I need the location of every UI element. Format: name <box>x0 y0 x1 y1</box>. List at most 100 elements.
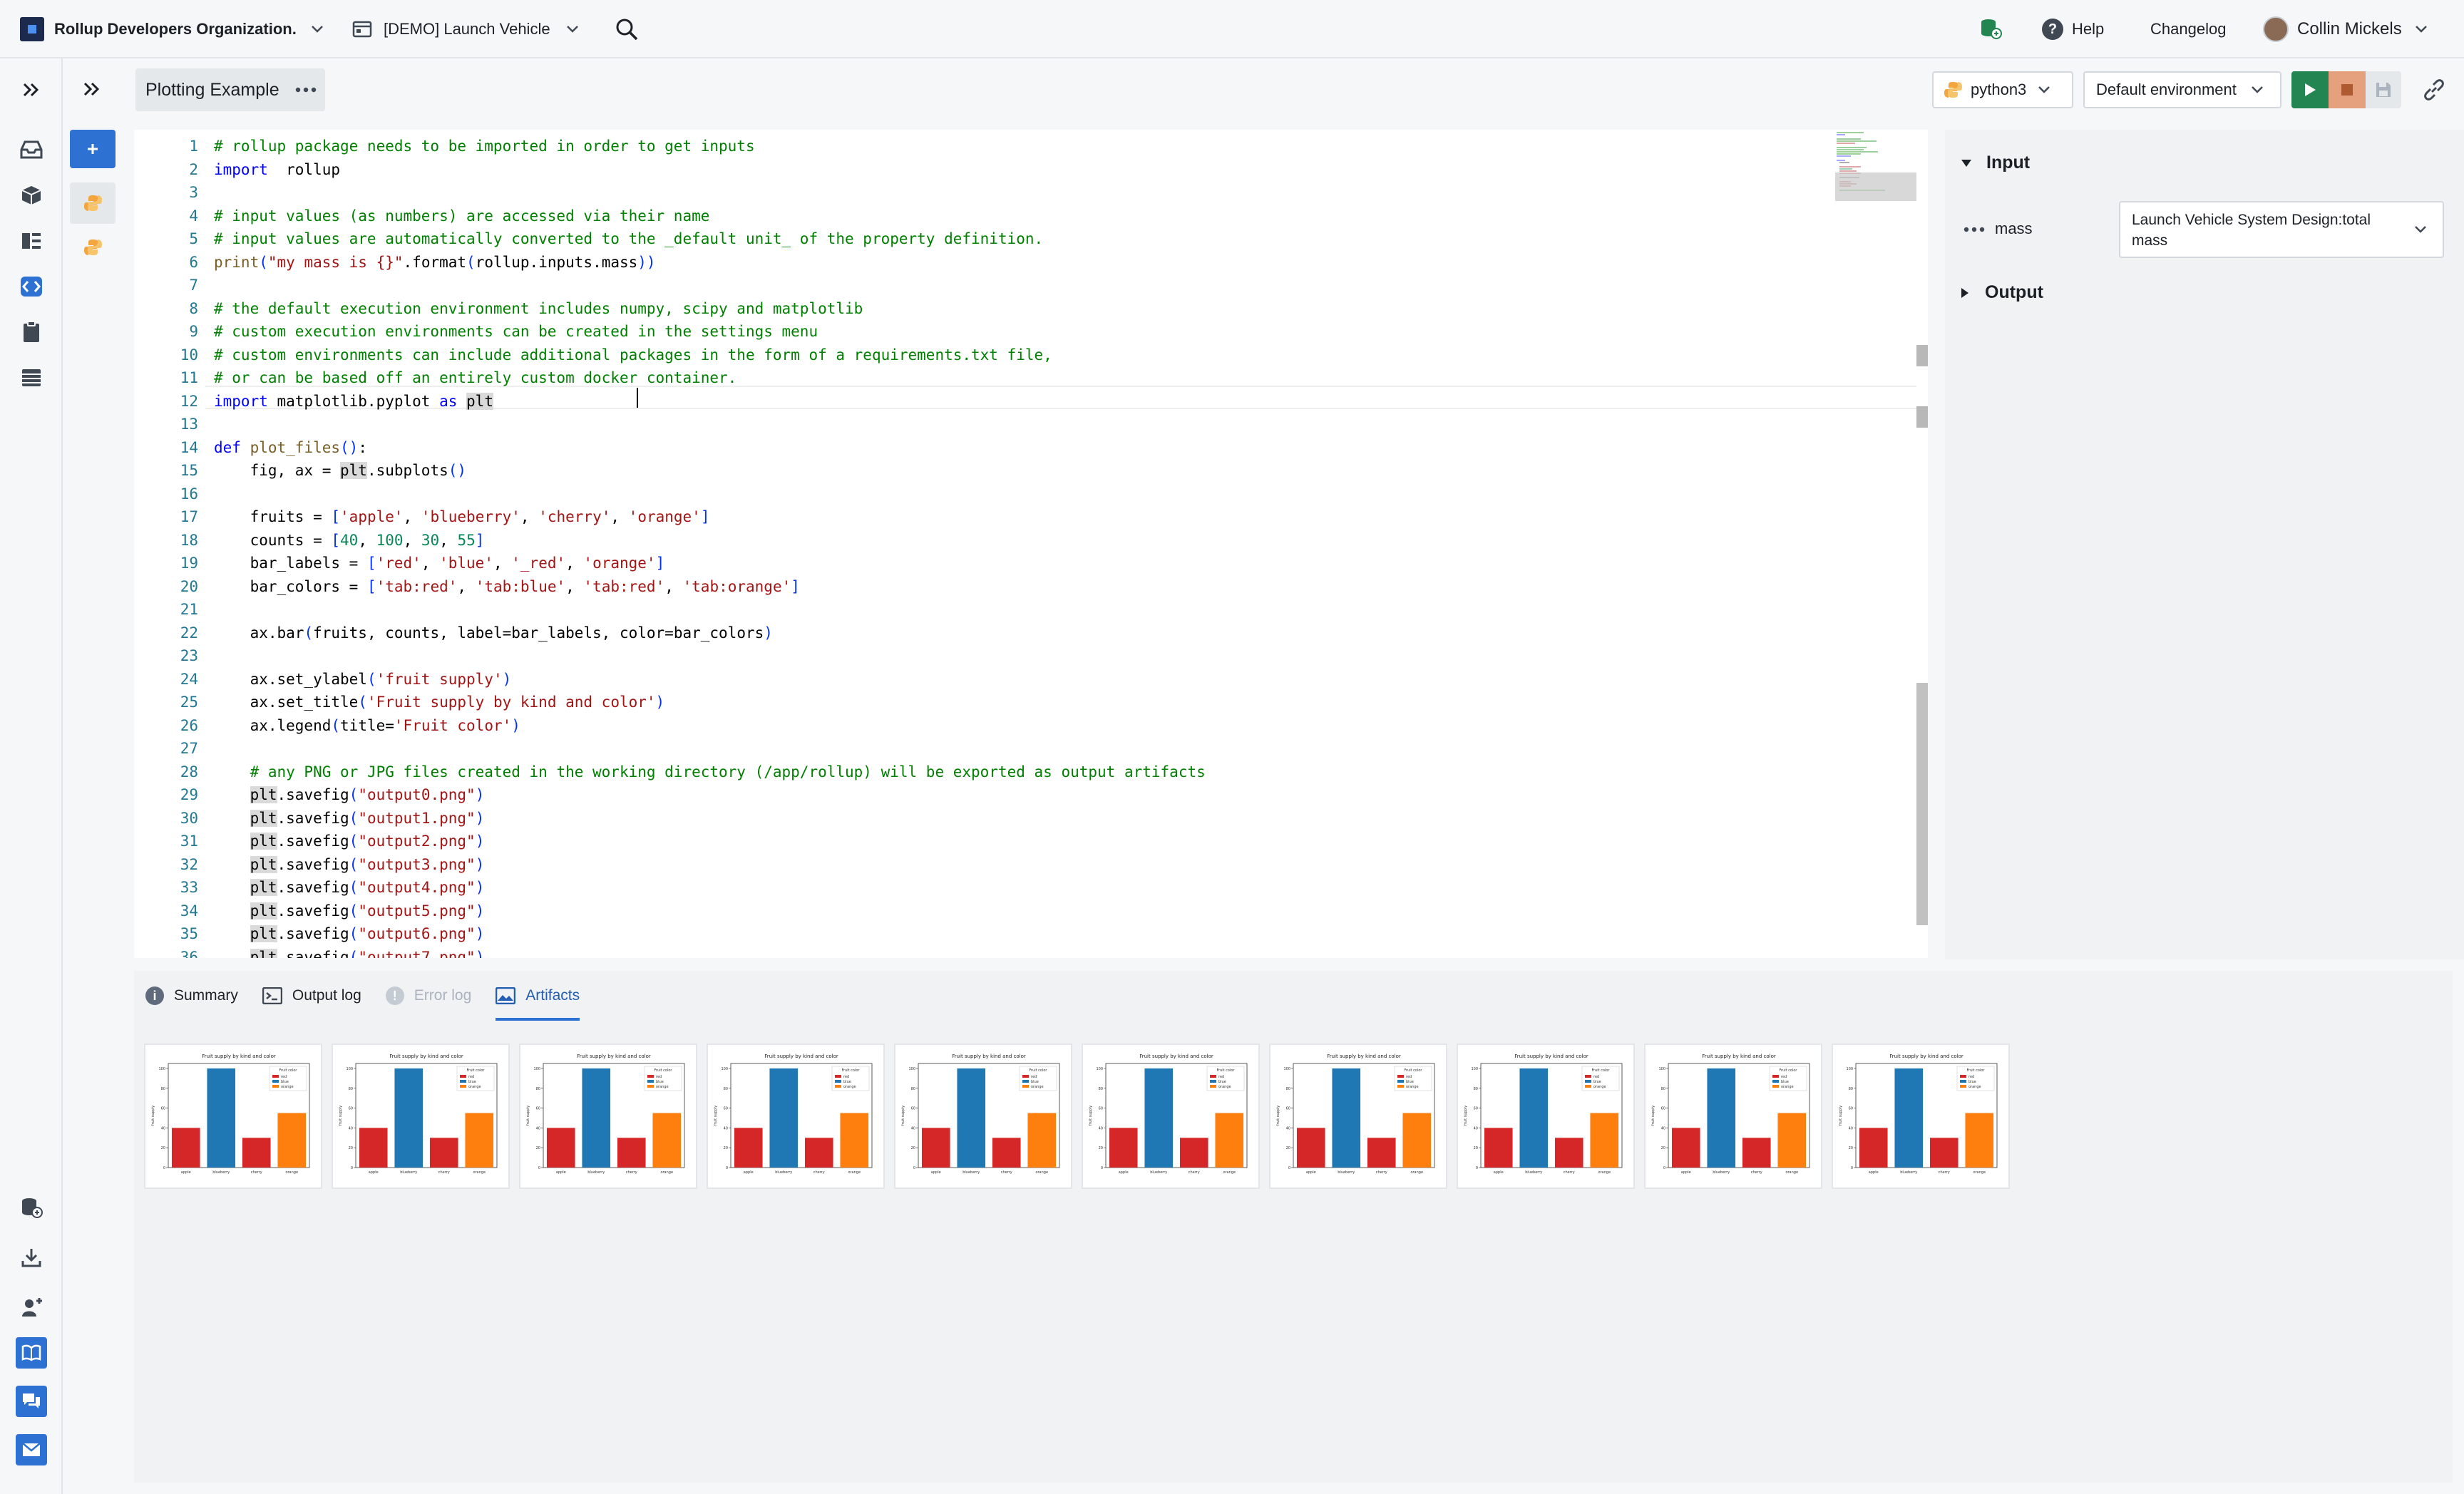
io-panel: Input mass Launch Vehicle System Design:… <box>1945 130 2464 959</box>
x-tick-label: orange <box>1598 1170 1611 1175</box>
stop-button[interactable] <box>2329 71 2366 108</box>
code-line[interactable]: plt.savefig("output6.png") <box>214 922 484 946</box>
more-options-icon[interactable] <box>1963 227 1985 232</box>
code-token: fruits, counts, label=bar_labels, color=… <box>313 624 764 642</box>
inbox-icon[interactable] <box>16 134 47 165</box>
expand-nav-icon[interactable] <box>16 74 47 105</box>
add-file-button[interactable] <box>70 130 115 168</box>
code-line[interactable]: fig, ax = plt.subplots() <box>214 459 466 483</box>
save-button[interactable] <box>2366 71 2401 108</box>
tab-error-log[interactable]: ! Error log <box>385 971 471 1021</box>
python-file-icon[interactable] <box>70 227 115 268</box>
code-line[interactable]: # input values are automatically convert… <box>214 227 1043 251</box>
code-content[interactable]: # rollup package needs to be imported in… <box>214 130 1916 958</box>
legend-swatch <box>272 1085 279 1088</box>
artifact-thumbnail[interactable]: Fruit supply by kind and color 0 20 40 60 80 1… <box>332 1044 510 1189</box>
output-section-header[interactable]: Output <box>1961 282 2043 303</box>
artifact-thumbnail[interactable]: Fruit supply by kind and color 0 20 40 60 80 1… <box>894 1044 1072 1189</box>
code-line[interactable]: plt.savefig("output4.png") <box>214 876 484 900</box>
x-tick-label: cherry <box>251 1170 262 1175</box>
chart-bar <box>804 1138 833 1168</box>
code-line[interactable]: fruits = ['apple', 'blueberry', 'cherry'… <box>214 505 710 529</box>
y-tick-label: 100 <box>158 1067 165 1071</box>
python-file-icon[interactable] <box>70 182 115 224</box>
tab-artifacts[interactable]: Artifacts <box>496 971 580 1021</box>
tab-output-log[interactable]: Output log <box>262 971 361 1021</box>
code-line[interactable]: # or can be based off an entirely custom… <box>214 366 736 390</box>
legend-swatch <box>1022 1085 1029 1088</box>
clipboard-icon[interactable] <box>16 316 47 348</box>
doc-tab[interactable]: Plotting Example <box>135 68 325 111</box>
artifact-thumbnail[interactable]: Fruit supply by kind and color 0 20 40 60 80 1… <box>1269 1044 1447 1189</box>
artifact-thumbnail[interactable]: Fruit supply by kind and color 0 20 40 60 80 1… <box>707 1044 885 1189</box>
kernel-select[interactable]: python3 <box>1932 71 2073 108</box>
chart-bar <box>546 1128 575 1168</box>
code-line[interactable]: # rollup package needs to be imported in… <box>214 135 755 158</box>
code-line[interactable]: import matplotlib.pyplot as plt <box>214 390 493 413</box>
download-icon[interactable] <box>16 1242 47 1273</box>
artifact-thumbnail[interactable]: Fruit supply by kind and color 0 20 40 60 80 1… <box>1832 1044 2010 1189</box>
artifact-thumbnail[interactable]: Fruit supply by kind and color 0 20 40 60 80 1… <box>519 1044 697 1189</box>
legend-swatch <box>460 1085 466 1088</box>
artifact-thumbnail[interactable]: Fruit supply by kind and color 0 20 40 60 80 1… <box>144 1044 322 1189</box>
cube-icon[interactable] <box>16 180 47 211</box>
artifact-thumbnail[interactable]: Fruit supply by kind and color 0 20 40 60 80 1… <box>1457 1044 1635 1189</box>
code-line[interactable]: ax.set_ylabel('fruit supply') <box>214 668 512 691</box>
artifact-thumbnail[interactable]: Fruit supply by kind and color 0 20 40 60 80 1… <box>1644 1044 1822 1189</box>
code-line[interactable]: ax.legend(title='Fruit color') <box>214 714 520 738</box>
changelog-link[interactable]: Changelog <box>2150 16 2226 43</box>
code-line[interactable]: def plot_files(): <box>214 436 367 460</box>
code-line[interactable]: counts = [40, 100, 30, 55] <box>214 529 485 552</box>
code-minimap[interactable] <box>1835 130 1916 958</box>
code-line[interactable]: plt.savefig("output5.png") <box>214 900 484 923</box>
add-user-icon[interactable] <box>16 1292 47 1323</box>
chevron-down-icon <box>2038 86 2050 94</box>
project-switcher[interactable]: [DEMO] Launch Vehicle <box>352 14 579 44</box>
artifact-thumbnail[interactable]: Fruit supply by kind and color 0 20 40 60 80 1… <box>1082 1044 1260 1189</box>
mail-icon[interactable] <box>16 1434 47 1465</box>
line-number: 27 <box>180 740 198 757</box>
code-line[interactable]: # custom environments can include additi… <box>214 344 1052 367</box>
code-line[interactable]: print("my mass is {}".format(rollup.inpu… <box>214 251 656 274</box>
user-menu[interactable]: Collin Mickels <box>2263 14 2428 44</box>
table-icon[interactable] <box>16 362 47 393</box>
code-line[interactable]: # any PNG or JPG files created in the wo… <box>214 761 1206 784</box>
code-line[interactable]: bar_colors = ['tab:red', 'tab:blue', 'ta… <box>214 575 800 599</box>
code-line[interactable]: # input values (as numbers) are accessed… <box>214 205 709 228</box>
code-line[interactable]: plt.savefig("output2.png") <box>214 830 484 853</box>
editor-scrollbar[interactable] <box>1916 130 1928 958</box>
help-link[interactable]: ? Help <box>2042 16 2104 43</box>
code-line[interactable]: # the default execution environment incl… <box>214 297 863 321</box>
code-line[interactable]: plt.savefig("output0.png") <box>214 783 484 807</box>
y-tick-label: 80 <box>1661 1087 1665 1091</box>
code-line[interactable]: import rollup <box>214 158 340 182</box>
code-line[interactable]: bar_labels = ['red', 'blue', '_red', 'or… <box>214 552 665 575</box>
input-section-header[interactable]: Input <box>1961 153 2030 173</box>
code-line[interactable]: # custom execution environments can be c… <box>214 320 818 344</box>
code-editor[interactable]: 1 2 3 4 5 6 7 8 9 10 11 12 13 14 15 16 17 18 19 20 21 22 23 24 2… <box>134 130 1916 958</box>
collapse-panel-icon[interactable] <box>83 81 101 97</box>
chart-title: Fruit supply by kind and color <box>577 1053 651 1059</box>
link-icon[interactable] <box>2423 78 2445 101</box>
more-options-icon[interactable] <box>295 87 317 93</box>
org-switcher[interactable]: Rollup Developers Organization. <box>20 14 324 44</box>
environment-select[interactable]: Default environment <box>2083 71 2281 108</box>
code-line[interactable]: ax.bar(fruits, counts, label=bar_labels,… <box>214 622 773 645</box>
code-line[interactable]: plt.savefig("output7.png") <box>214 946 484 958</box>
code-line[interactable]: plt.savefig("output1.png") <box>214 807 484 830</box>
code-token: , <box>421 555 440 572</box>
code-line[interactable]: ax.set_title('Fruit supply by kind and c… <box>214 691 665 714</box>
database-add-icon[interactable] <box>16 1192 47 1223</box>
book-icon[interactable] <box>16 1337 47 1369</box>
input-value-select[interactable]: Launch Vehicle System Design:total mass <box>2119 201 2444 258</box>
scroll-thumb[interactable] <box>1916 683 1928 925</box>
code-icon[interactable] <box>16 271 47 302</box>
search-icon[interactable] <box>615 17 639 41</box>
chat-icon[interactable] <box>16 1386 47 1417</box>
run-button[interactable] <box>2291 71 2329 108</box>
database-sync-icon[interactable] <box>1979 17 2002 40</box>
list-detail-icon[interactable] <box>16 225 47 257</box>
tab-summary[interactable]: i Summary <box>145 971 238 1021</box>
code-line[interactable]: plt.savefig("output3.png") <box>214 853 484 877</box>
